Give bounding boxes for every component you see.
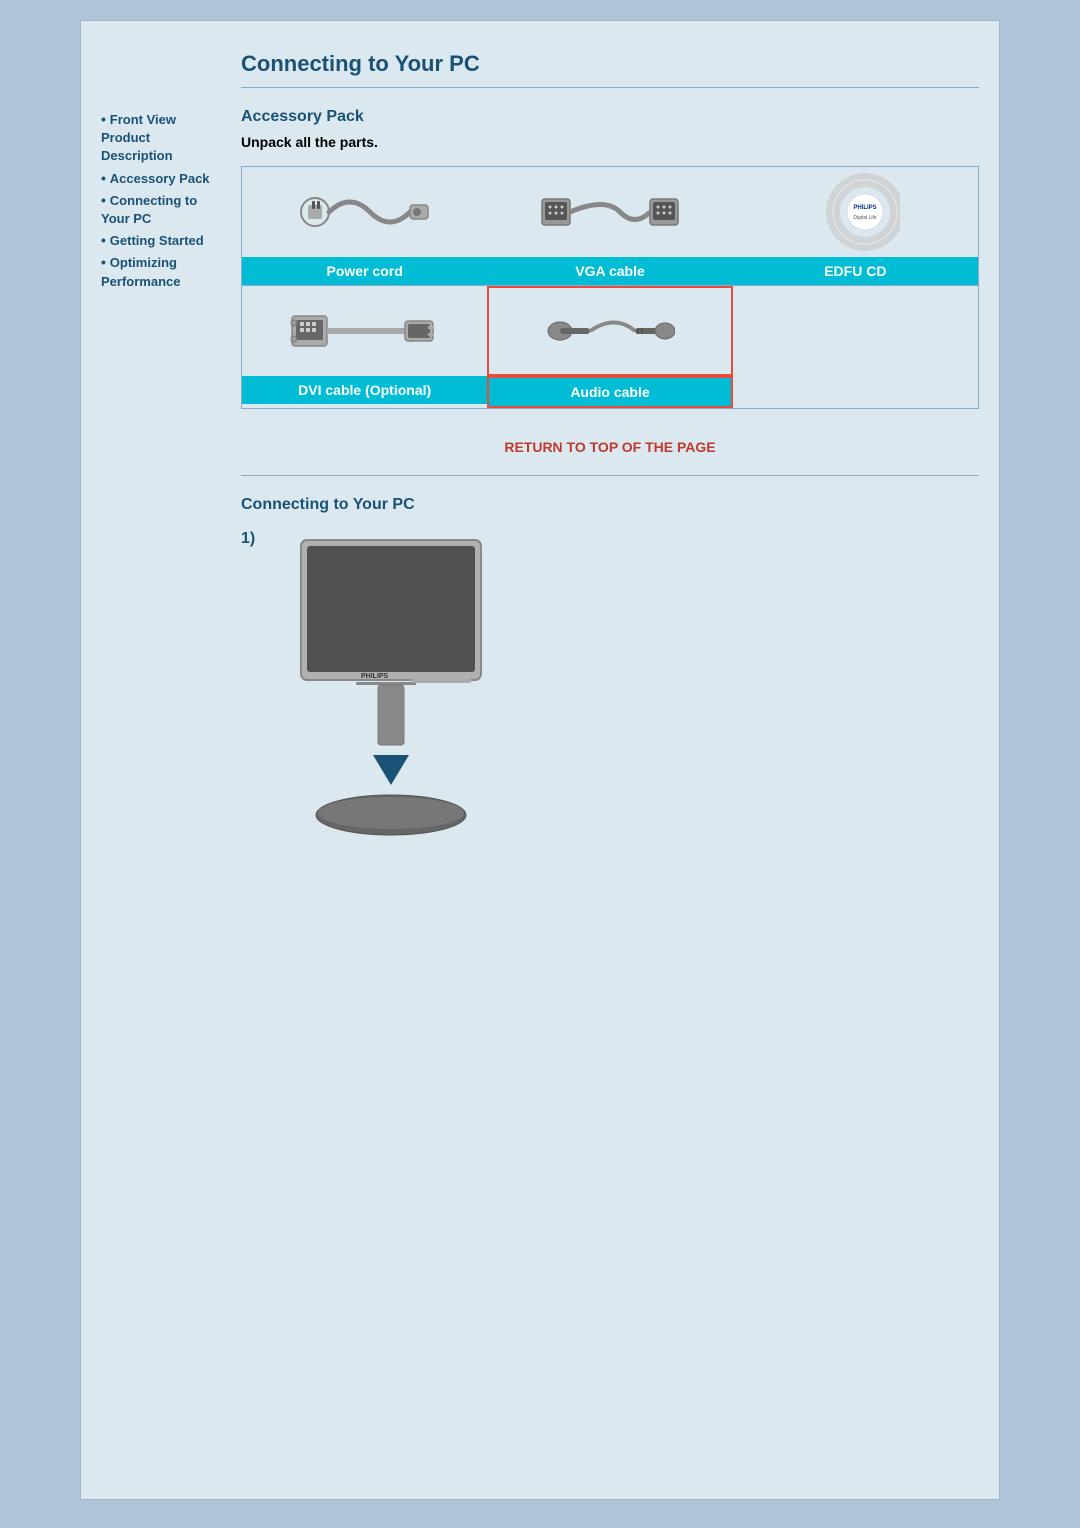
sidebar-link-accessory[interactable]: Accessory Pack: [110, 171, 210, 186]
empty-image: [733, 286, 978, 376]
audio-cable-svg: [545, 299, 675, 364]
sidebar-item-connecting[interactable]: Connecting to Your PC: [101, 192, 221, 228]
main-content: Connecting to Your PC Accessory Pack Unp…: [231, 51, 979, 873]
svg-text:PHILIPS: PHILIPS: [854, 205, 877, 211]
sidebar-item-front-view[interactable]: Front View Product Description: [101, 111, 221, 166]
unpack-text: Unpack all the parts.: [241, 134, 979, 150]
dvi-cable-label: DVI cable (Optional): [242, 376, 487, 404]
edfu-cd-image: PHILIPS Digital Life: [733, 167, 978, 257]
vga-cable-svg: [540, 177, 680, 247]
monitor-svg: PHILIPS: [281, 530, 501, 870]
accessory-dvi-cable: DVI cable (Optional): [242, 286, 487, 408]
return-to-top[interactable]: RETURN TO TOP OF THE PAGE: [241, 439, 979, 455]
power-cord-image: [242, 167, 487, 257]
top-divider: [241, 87, 979, 88]
connecting-section: Connecting to Your PC 1) PHILIPS: [241, 496, 979, 873]
accessory-audio-cable: Audio cable: [487, 286, 732, 408]
sidebar-link-optimizing[interactable]: Optimizing Performance: [101, 255, 180, 288]
accessory-section-title: Accessory Pack: [241, 108, 979, 126]
edfu-cd-label: EDFU CD: [733, 257, 978, 285]
sidebar: Front View Product Description Accessory…: [101, 51, 231, 873]
audio-cable-label: Audio cable: [487, 376, 732, 408]
accessory-empty: [733, 286, 978, 408]
accessory-section: Accessory Pack Unpack all the parts.: [241, 108, 979, 409]
accessory-edfu-cd: PHILIPS Digital Life EDFU CD: [733, 167, 978, 285]
sidebar-link-connecting[interactable]: Connecting to Your PC: [101, 193, 197, 226]
sidebar-link-getting-started[interactable]: Getting Started: [110, 233, 204, 248]
step1-container: 1) PHILIPS: [241, 530, 979, 873]
accessories-grid-row1: Power cord: [241, 166, 979, 286]
step1-number: 1): [241, 530, 271, 548]
monitor-illustration: PHILIPS: [281, 530, 501, 873]
sidebar-item-accessory[interactable]: Accessory Pack: [101, 170, 221, 188]
svg-text:Digital Life: Digital Life: [854, 215, 878, 221]
accessories-grid-row2: DVI cable (Optional): [241, 286, 979, 409]
return-to-top-link[interactable]: RETURN TO TOP OF THE PAGE: [504, 439, 715, 455]
accessory-power-cord: Power cord: [242, 167, 487, 285]
power-cord-label: Power cord: [242, 257, 487, 285]
vga-cable-image: [487, 167, 732, 257]
sidebar-item-getting-started[interactable]: Getting Started: [101, 232, 221, 250]
audio-cable-image: [487, 286, 732, 376]
edfu-cd-svg: PHILIPS Digital Life: [810, 172, 900, 252]
connecting-section-title: Connecting to Your PC: [241, 496, 979, 514]
dvi-cable-image: [242, 286, 487, 376]
page-container: Front View Product Description Accessory…: [80, 20, 1000, 1500]
middle-divider: [241, 475, 979, 476]
svg-text:PHILIPS: PHILIPS: [361, 673, 389, 680]
sidebar-link-front-view[interactable]: Front View Product Description: [101, 112, 176, 163]
accessory-vga-cable: VGA cable: [487, 167, 732, 285]
dvi-cable-svg: [290, 296, 440, 366]
sidebar-item-optimizing[interactable]: Optimizing Performance: [101, 254, 221, 290]
power-cord-svg: [295, 177, 435, 247]
layout: Front View Product Description Accessory…: [101, 51, 979, 873]
sidebar-nav: Front View Product Description Accessory…: [101, 111, 221, 291]
vga-cable-label: VGA cable: [487, 257, 732, 285]
page-title: Connecting to Your PC: [241, 51, 979, 77]
